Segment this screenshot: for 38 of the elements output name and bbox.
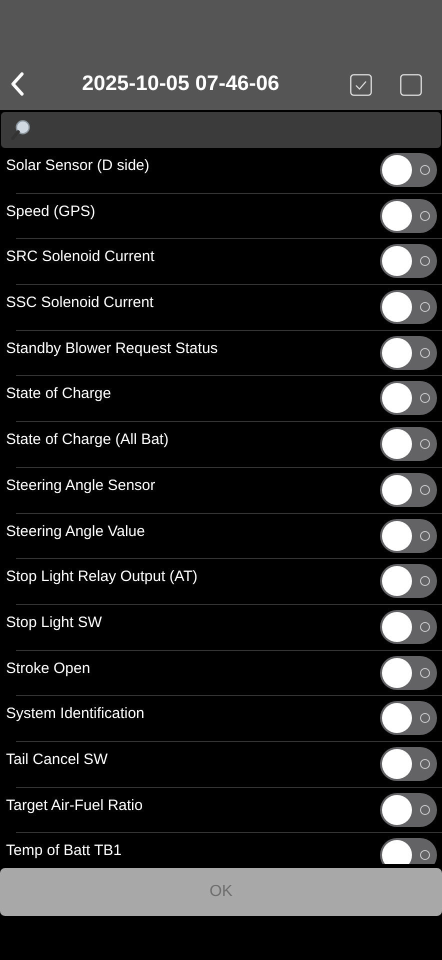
toggle-switch[interactable] [380, 564, 437, 598]
toggle-switch[interactable] [380, 472, 437, 507]
toggle-switch[interactable] [380, 198, 437, 233]
screen-title: 2025-10-05 07-46-06 [82, 72, 280, 96]
toggle-switch[interactable] [380, 656, 437, 690]
search-field[interactable] [1, 112, 441, 148]
toggle-switch[interactable] [380, 792, 437, 827]
item-label: Steering Angle Value [6, 522, 145, 540]
search-icon [10, 119, 32, 141]
item-label: Standby Blower Request Status [6, 340, 218, 357]
toggle-switch[interactable] [380, 427, 437, 462]
toggle-switch[interactable] [380, 518, 437, 552]
item-label: State of Charge [6, 385, 112, 402]
item-label: Tail Cancel SW [6, 750, 108, 768]
item-label: SSC Solenoid Current [6, 294, 154, 312]
deselect-all-icon[interactable] [400, 74, 422, 96]
item-label: Stroke Open [6, 660, 90, 677]
toggle-switch[interactable] [380, 746, 437, 781]
toggle-switch[interactable] [380, 838, 437, 864]
item-label: Steering Angle Sensor [6, 476, 156, 494]
item-label: Stop Light SW [6, 614, 102, 631]
toggle-switch[interactable] [380, 610, 437, 644]
toggle-switch[interactable] [380, 336, 437, 370]
item-label: Temp of Batt TB1 [6, 842, 122, 860]
item-label: Speed (GPS) [6, 202, 96, 220]
toggle-switch[interactable] [380, 244, 437, 278]
item-label: System Identification [6, 705, 144, 722]
item-label: Solar Sensor (D side) [6, 157, 150, 174]
item-label: Target Air-Fuel Ratio [6, 796, 143, 814]
item-label: State of Charge (All Bat) [6, 431, 169, 448]
select-all-icon[interactable] [350, 74, 372, 96]
toggle-switch[interactable] [380, 290, 437, 324]
item-label: Stop Light Relay Output (AT) [6, 568, 198, 586]
back-icon[interactable] [10, 72, 24, 96]
item-label: SRC Solenoid Current [6, 248, 154, 266]
toggle-switch[interactable] [380, 701, 437, 736]
toggle-switch[interactable] [380, 153, 437, 187]
toggle-switch[interactable] [380, 381, 437, 416]
